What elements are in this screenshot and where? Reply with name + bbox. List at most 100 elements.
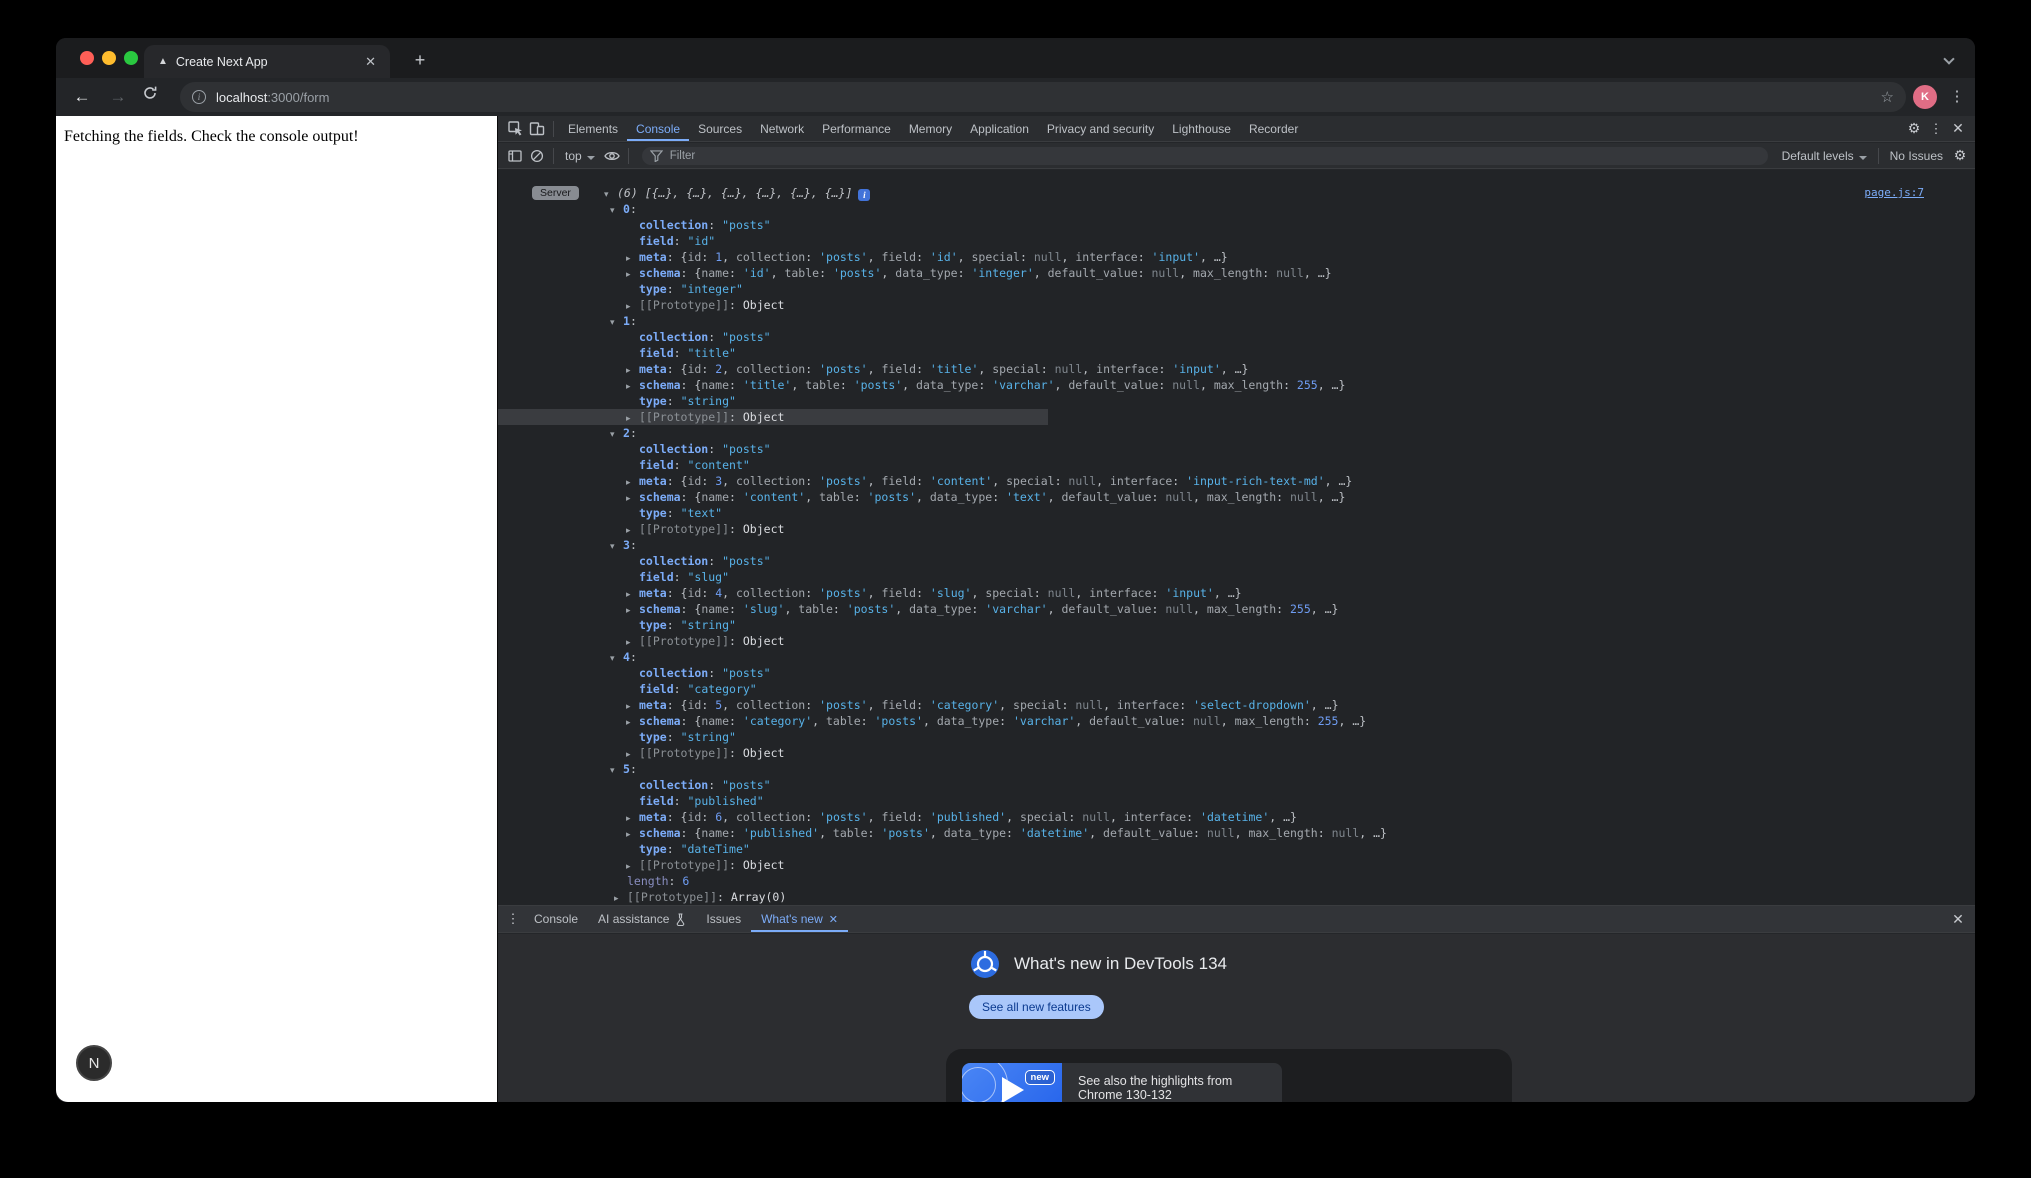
prototype-row[interactable]: ▸[[Prototype]]: Object: [498, 633, 1975, 649]
close-window-button[interactable]: [80, 51, 94, 65]
console-token: interface: [1110, 474, 1172, 488]
back-button[interactable]: ←: [70, 85, 94, 109]
maximize-window-button[interactable]: [124, 51, 138, 65]
array-index-row[interactable]: ▾0:: [498, 201, 1975, 217]
console-token: :: [1304, 714, 1318, 728]
console-token: :: [978, 378, 992, 392]
meta-row[interactable]: ▸meta: {id: 2, collection: 'posts', fiel…: [498, 361, 1975, 377]
devtools-tab-recorder[interactable]: Recorder: [1240, 116, 1307, 141]
inspect-element-icon[interactable]: [504, 119, 526, 139]
schema-row[interactable]: ▸schema: {name: 'id', table: 'posts', da…: [498, 265, 1975, 281]
console-token: max_length: [1214, 378, 1283, 392]
console-token: ,: [1200, 378, 1214, 392]
meta-row[interactable]: ▸meta: {id: 6, collection: 'posts', fiel…: [498, 809, 1975, 825]
console-sidebar-icon[interactable]: [504, 146, 526, 166]
profile-avatar[interactable]: K: [1913, 85, 1937, 109]
prototype-row[interactable]: ▸[[Prototype]]: Object: [498, 857, 1975, 873]
highlights-thumbnail: new: [962, 1063, 1062, 1102]
console-token: ,: [722, 698, 736, 712]
divider: [628, 148, 629, 164]
console-token: :: [701, 698, 715, 712]
devtools-tab-network[interactable]: Network: [751, 116, 813, 141]
drawer-close-icon[interactable]: ✕: [1947, 909, 1969, 929]
prototype-row[interactable]: ▸[[Prototype]]: Object: [498, 521, 1975, 537]
console-token: :: [729, 714, 743, 728]
console-token: default_value: [1068, 378, 1158, 392]
live-expression-eye-icon[interactable]: [601, 146, 623, 166]
console-token: ,: [1096, 474, 1110, 488]
prototype-row[interactable]: ▸[[Prototype]]: Object: [498, 297, 1975, 313]
new-tab-button[interactable]: +: [406, 47, 434, 75]
console-token: :: [833, 602, 847, 616]
devtools-tab-elements[interactable]: Elements: [559, 116, 627, 141]
forward-button[interactable]: →: [106, 85, 130, 109]
devtools-tab-lighthouse[interactable]: Lighthouse: [1163, 116, 1240, 141]
array-index-row[interactable]: ▾5:: [498, 761, 1975, 777]
disclosure-triangle[interactable]: ▸: [614, 891, 627, 905]
see-all-features-button[interactable]: See all new features: [969, 995, 1104, 1019]
issues-counter[interactable]: No Issues: [1884, 149, 1949, 163]
console-token: ,: [1089, 826, 1103, 840]
console-token: :: [667, 506, 681, 520]
schema-row[interactable]: ▸schema: {name: 'category', table: 'post…: [498, 713, 1975, 729]
devtools-tab-sources[interactable]: Sources: [689, 116, 751, 141]
reload-button[interactable]: [142, 85, 166, 109]
meta-row[interactable]: ▸meta: {id: 1, collection: 'posts', fiel…: [498, 249, 1975, 265]
property-row: collection: "posts": [498, 329, 1975, 345]
site-info-icon[interactable]: i: [192, 90, 206, 104]
array-index-row[interactable]: ▾2:: [498, 425, 1975, 441]
devtools-tab-console[interactable]: Console: [627, 116, 689, 141]
array-index-row[interactable]: ▾4:: [498, 649, 1975, 665]
browser-tab[interactable]: ▲ Create Next App ✕: [144, 45, 390, 78]
tab-close-icon[interactable]: ✕: [361, 54, 380, 70]
devtools-tab-memory[interactable]: Memory: [900, 116, 961, 141]
divider: [1878, 148, 1879, 164]
nextjs-devtools-button[interactable]: N: [76, 1045, 112, 1081]
drawer-tab-issues[interactable]: Issues: [696, 906, 751, 932]
console-token: max_length: [1193, 266, 1262, 280]
highlights-list-item[interactable]: new See also the highlights from Chrome …: [962, 1063, 1282, 1102]
drawer-tab-close-icon[interactable]: ✕: [829, 913, 838, 926]
devtools-close-icon[interactable]: ✕: [1947, 119, 1969, 139]
prototype-row[interactable]: ▸[[Prototype]]: Object: [498, 409, 1975, 425]
console-token: : {: [667, 698, 688, 712]
device-toolbar-icon[interactable]: [526, 119, 548, 139]
clear-console-icon[interactable]: [526, 146, 548, 166]
execution-context-selector[interactable]: top: [559, 149, 601, 163]
log-levels-dropdown[interactable]: Default levels: [1776, 149, 1873, 163]
schema-row[interactable]: ▸schema: {name: 'content', table: 'posts…: [498, 489, 1975, 505]
meta-row[interactable]: ▸meta: {id: 4, collection: 'posts', fiel…: [498, 585, 1975, 601]
source-location-link[interactable]: page.js:7: [1864, 185, 1924, 201]
console-info-icon[interactable]: i: [858, 189, 870, 201]
devtools-tab-privacy-and-security[interactable]: Privacy and security: [1038, 116, 1163, 141]
devtools-settings-icon[interactable]: ⚙: [1903, 119, 1925, 139]
devtools-menu-icon[interactable]: ⋮: [1925, 119, 1947, 139]
console-message-preview[interactable]: ▾Server(6) [{…}, {…}, {…}, {…}, {…}, {…}…: [498, 185, 1975, 201]
devtools-tab-application[interactable]: Application: [961, 116, 1038, 141]
array-index-row[interactable]: ▾1:: [498, 313, 1975, 329]
browser-menu-icon[interactable]: ⋮: [1949, 85, 1965, 109]
url-bar[interactable]: i localhost:3000/form ☆: [180, 82, 1906, 112]
schema-row[interactable]: ▸schema: {name: 'title', table: 'posts',…: [498, 377, 1975, 393]
property-row: field: "slug": [498, 569, 1975, 585]
console-settings-icon[interactable]: ⚙: [1949, 146, 1971, 166]
devtools-tab-performance[interactable]: Performance: [813, 116, 900, 141]
drawer-tab-console[interactable]: Console: [524, 906, 588, 932]
prototype-row[interactable]: ▸[[Prototype]]: Object: [498, 745, 1975, 761]
bookmark-star-icon[interactable]: ☆: [1881, 88, 1894, 106]
drawer-menu-icon[interactable]: ⋮: [502, 909, 524, 929]
schema-row[interactable]: ▸schema: {name: 'published', table: 'pos…: [498, 825, 1975, 841]
console-token: collection: [736, 250, 805, 264]
meta-row[interactable]: ▸meta: {id: 3, collection: 'posts', fiel…: [498, 473, 1975, 489]
meta-row[interactable]: ▸meta: {id: 5, collection: 'posts', fiel…: [498, 697, 1975, 713]
console-token: null: [1193, 714, 1221, 728]
minimize-window-button[interactable]: [102, 51, 116, 65]
tab-search-chevron-icon[interactable]: [1945, 50, 1961, 66]
drawer-tab-what-s-new[interactable]: What's new✕: [751, 906, 848, 932]
console-token: schema: [639, 714, 681, 728]
array-index-row[interactable]: ▾3:: [498, 537, 1975, 553]
drawer-tab-ai-assistance[interactable]: AI assistance: [588, 906, 696, 932]
console-filter-input[interactable]: Filter: [642, 147, 1768, 165]
array-prototype-row[interactable]: ▸[[Prototype]]: Array(0): [498, 889, 1975, 905]
schema-row[interactable]: ▸schema: {name: 'slug', table: 'posts', …: [498, 601, 1975, 617]
